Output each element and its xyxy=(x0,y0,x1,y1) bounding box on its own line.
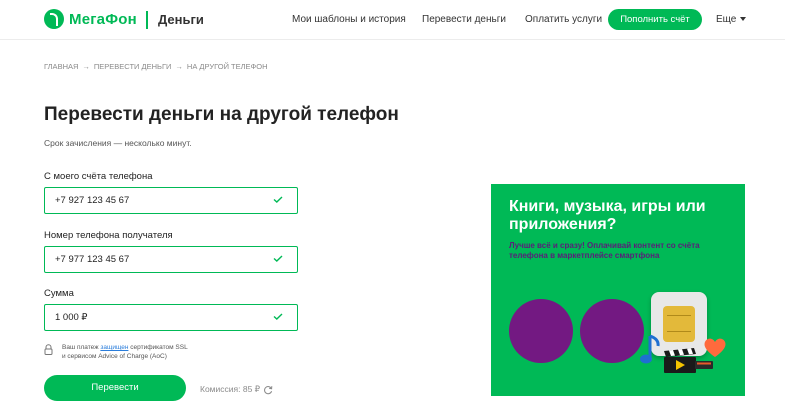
amount-field[interactable] xyxy=(44,304,298,331)
breadcrumb-separator: → xyxy=(82,62,90,71)
heart-icon xyxy=(704,338,726,357)
breadcrumb: ГЛАВНАЯ → ПЕРЕВЕСТИ ДЕНЬГИ → НА ДРУГОЙ Т… xyxy=(44,62,268,71)
breadcrumb-current: НА ДРУГОЙ ТЕЛЕФОН xyxy=(186,62,268,71)
banner-title: Книги, музыка, игры или приложения? xyxy=(509,198,706,233)
music-note-icon xyxy=(640,334,660,364)
brand-name: МегаФон xyxy=(69,10,137,28)
purple-circle xyxy=(509,299,573,363)
chevron-down-icon[interactable] xyxy=(740,17,746,21)
recipient-phone-field[interactable] xyxy=(44,246,298,273)
secure-link[interactable]: защищен xyxy=(100,344,128,351)
from-account-label: С моего счёта телефона xyxy=(44,171,153,182)
refresh-icon[interactable] xyxy=(263,385,273,395)
nav-transfer-money[interactable]: Перевести деньги xyxy=(422,14,506,25)
sim-chip xyxy=(663,306,695,342)
header: МегаФон Деньги Мои шаблоны и история Пер… xyxy=(0,0,785,40)
banner-subtitle: Лучше всё и сразу! Оплачивай контент со … xyxy=(509,241,700,260)
security-line-1: Ваш платеж защищен сертификатом SSL xyxy=(62,343,188,352)
nav-templates-history[interactable]: Мои шаблоны и история xyxy=(292,14,406,25)
section-name[interactable]: Деньги xyxy=(158,12,204,27)
from-account-field[interactable] xyxy=(44,187,298,214)
page-subtitle: Срок зачисления — несколько минут. xyxy=(44,138,192,148)
breadcrumb-transfer[interactable]: ПЕРЕВЕСТИ ДЕНЬГИ xyxy=(94,62,172,71)
more-menu[interactable]: Еще xyxy=(716,14,736,25)
amount-input[interactable] xyxy=(55,305,265,330)
check-icon xyxy=(273,255,283,262)
recipient-phone-label: Номер телефона получателя xyxy=(44,230,173,241)
security-text: Ваш платеж защищен сертификатом SSL и се… xyxy=(62,343,188,361)
commission: Комиссия: 85 ₽ xyxy=(200,384,273,395)
amount-label: Сумма xyxy=(44,288,74,299)
brand-logo[interactable]: МегаФон xyxy=(44,9,137,29)
security-note: Ваш платеж защищен сертификатом SSL и се… xyxy=(44,343,188,361)
page-title: Перевести деньги на другой телефон xyxy=(44,104,399,125)
transfer-button[interactable]: Перевести xyxy=(44,375,186,401)
from-account-input[interactable] xyxy=(55,188,265,213)
commission-text: Комиссия: 85 ₽ xyxy=(200,384,261,394)
breadcrumb-home[interactable]: ГЛАВНАЯ xyxy=(44,62,78,71)
nav-pay-services[interactable]: Оплатить услуги xyxy=(525,14,602,25)
security-after: сертификатом SSL xyxy=(130,344,188,351)
recipient-phone-input[interactable] xyxy=(55,247,265,272)
top-up-button[interactable]: Пополнить счёт xyxy=(608,9,702,30)
breadcrumb-separator: → xyxy=(175,62,183,71)
megafon-logo-icon xyxy=(44,9,64,29)
promo-banner[interactable]: Книги, музыка, игры или приложения? Лучш… xyxy=(491,184,745,396)
logo-divider xyxy=(146,11,148,29)
clapperboard-icon xyxy=(664,348,696,373)
book-icon xyxy=(695,361,713,369)
check-icon xyxy=(273,313,283,320)
purple-circle xyxy=(580,299,644,363)
security-line-2: и сервисом Advice of Charge (AoC) xyxy=(62,353,167,360)
lock-icon xyxy=(44,344,53,355)
check-icon xyxy=(273,196,283,203)
security-before: Ваш платеж xyxy=(62,344,99,351)
